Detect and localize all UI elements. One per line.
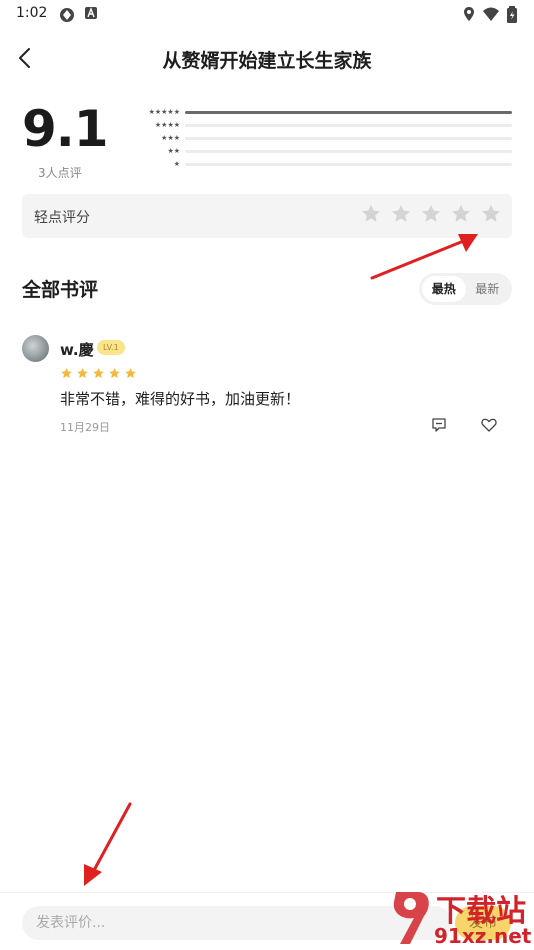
header: 从赘婿开始建立长生家族 (0, 36, 534, 80)
rate-star-icon[interactable] (360, 203, 382, 225)
star-icon (109, 368, 120, 379)
rate-star-row (360, 203, 502, 225)
star-icon (77, 368, 88, 379)
rating-count: 3人点评 (38, 166, 82, 180)
score-summary: 9.1 3人点评 (22, 100, 109, 181)
review-star-rating (60, 367, 137, 380)
distribution-bar (185, 150, 512, 153)
star-icon (61, 368, 72, 379)
annotation-arrow-icon (84, 802, 132, 886)
tap-to-rate-label: 轻点评分 (34, 210, 90, 226)
distribution-row-1: ★ (130, 159, 515, 172)
status-time: 1:02 (16, 5, 48, 21)
review-text: 非常不错，难得的好书，加油更新！ (60, 390, 301, 408)
watermark-logo-icon (393, 892, 429, 944)
all-reviews-title: 全部书评 (22, 279, 99, 301)
status-bar: 1:02 (0, 0, 534, 28)
distribution-stars-label: ★★★★ (154, 121, 180, 129)
review-date: 11月29日 (60, 421, 110, 434)
review-username[interactable]: w.慶 (60, 339, 94, 360)
reply-icon[interactable] (430, 416, 448, 434)
rate-star-icon[interactable] (390, 203, 412, 225)
distribution-stars-label: ★ (173, 160, 180, 168)
distribution-bar (185, 137, 512, 140)
distribution-row-3: ★★★ (130, 133, 515, 146)
battery-icon (507, 6, 517, 23)
rate-star-icon[interactable] (480, 203, 502, 225)
rating-distribution: ★★★★★ ★★★★ ★★★ ★★ ★ (130, 107, 515, 172)
distribution-row-4: ★★★★ (130, 120, 515, 133)
distribution-row-2: ★★ (130, 146, 515, 159)
level-badge: LV.1 (97, 340, 125, 355)
distribution-stars-label: ★★ (167, 147, 180, 155)
distribution-stars-label: ★★★ (161, 134, 180, 142)
watermark-url: 91xz.net (434, 924, 532, 948)
distribution-bar (185, 124, 512, 127)
sort-tab-hot[interactable]: 最热 (422, 276, 466, 302)
tap-to-rate-box: 轻点评分 (22, 194, 512, 238)
distribution-bar (185, 163, 512, 166)
sort-toggle: 最热 最新 (419, 273, 512, 305)
distribution-bar-fill (185, 111, 512, 114)
distribution-row-5: ★★★★★ (130, 107, 515, 120)
like-heart-icon[interactable] (480, 416, 498, 434)
wifi-icon (483, 7, 499, 21)
vpn-status-icon (60, 8, 74, 22)
rate-star-icon[interactable] (450, 203, 472, 225)
user-avatar[interactable] (22, 335, 49, 362)
location-icon (464, 7, 474, 21)
sort-tab-latest[interactable]: 最新 (466, 276, 510, 302)
distribution-bar (185, 111, 512, 114)
page-title: 从赘婿开始建立长生家族 (162, 50, 372, 72)
rate-star-icon[interactable] (420, 203, 442, 225)
notification-a-icon (85, 7, 97, 19)
star-icon (93, 368, 104, 379)
distribution-stars-label: ★★★★★ (148, 108, 180, 116)
star-icon (125, 368, 136, 379)
average-score: 9.1 (22, 100, 109, 158)
watermark: 下载站 91xz.net (388, 884, 534, 950)
